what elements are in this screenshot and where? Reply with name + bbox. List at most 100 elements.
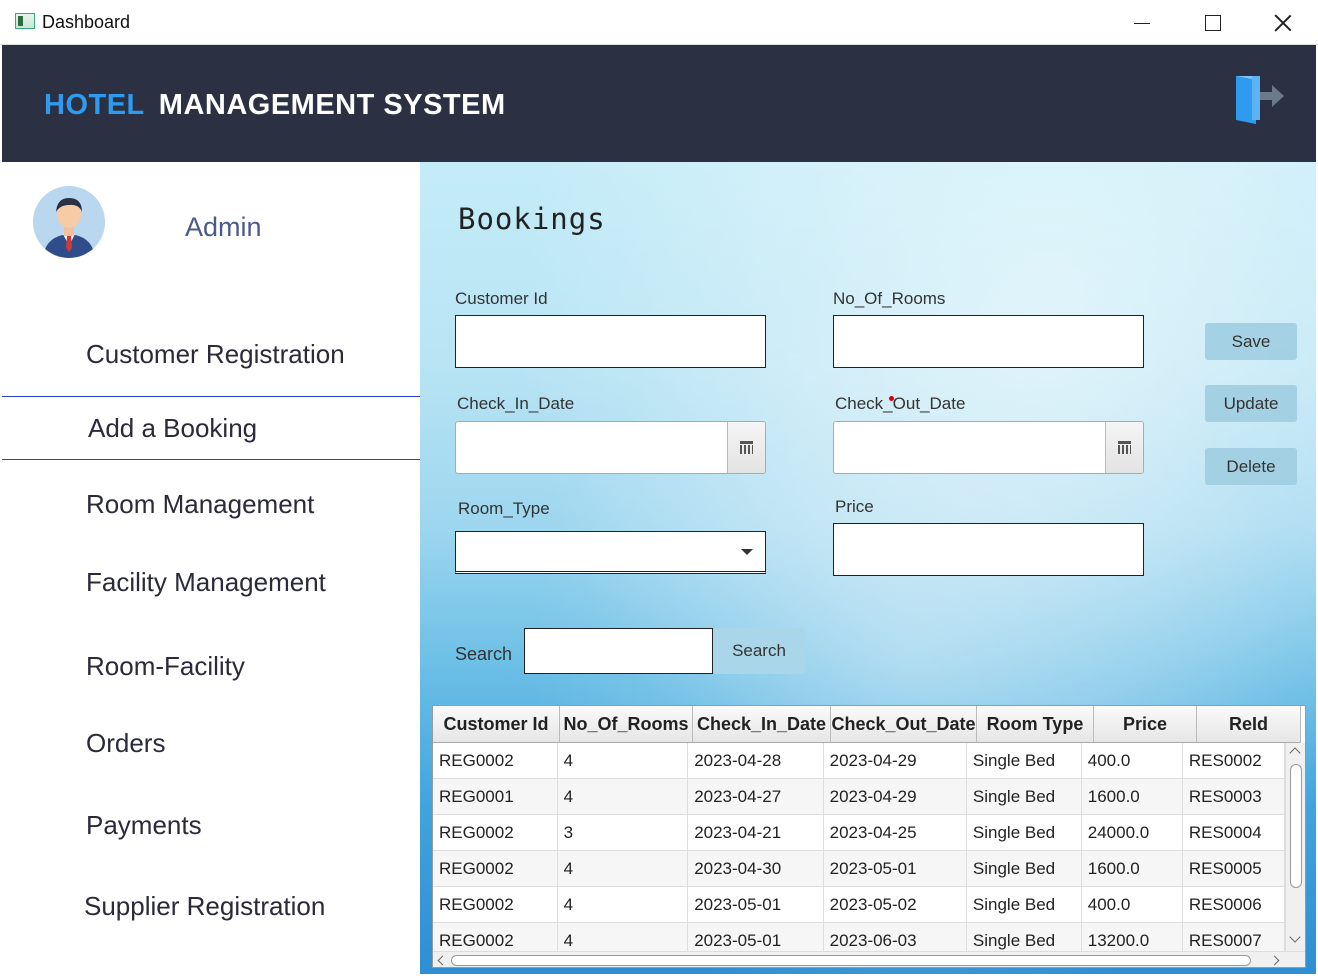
table-row[interactable]: REG0002 4 2023-04-28 2023-04-29 Single Bed 40… — [433, 743, 1285, 779]
calendar-icon — [740, 441, 753, 454]
bookings-panel: Bookings Customer Id No_Of_Rooms Check_I… — [420, 162, 1316, 974]
nav-customer-registration[interactable]: Customer Registration — [2, 323, 420, 387]
cell-room-type: Single Bed — [967, 743, 1082, 779]
column-header-room-type[interactable]: Room Type — [977, 706, 1094, 743]
cell-price: 1600.0 — [1082, 779, 1183, 815]
page-title: Bookings — [458, 202, 606, 236]
cell-check-in-date: 2023-04-30 — [688, 851, 824, 887]
table-row[interactable]: REG0002 4 2023-04-30 2023-05-01 Single Bed 16… — [433, 851, 1285, 887]
nav-supplier-registration[interactable]: Supplier Registration — [2, 875, 420, 939]
vertical-scrollbar[interactable] — [1285, 743, 1305, 951]
cell-room-type: Single Bed — [967, 887, 1082, 923]
cell-check-in-date: 2023-05-01 — [688, 887, 824, 923]
minimize-icon — [1134, 22, 1150, 24]
scroll-up-icon[interactable] — [1289, 747, 1301, 759]
check-in-date-label: Check_In_Date — [457, 394, 575, 413]
cell-price: 400.0 — [1082, 887, 1183, 923]
scroll-left-icon[interactable] — [437, 955, 448, 966]
price-field[interactable] — [833, 523, 1144, 576]
horizontal-scrollbar[interactable] — [433, 951, 1305, 967]
cell-customer-id: REG0002 — [433, 743, 558, 779]
cell-room-type: Single Bed — [967, 923, 1082, 951]
cell-check-out-date: 2023-06-03 — [824, 923, 967, 951]
cell-price: 24000.0 — [1082, 815, 1183, 851]
table-header: Customer Id No_Of_Rooms Check_In_Date Ch… — [433, 706, 1301, 743]
no-of-rooms-label: No_Of_Rooms — [833, 289, 946, 308]
cell-check-out-date: 2023-04-29 — [824, 743, 967, 779]
nav-label: Room-Facility — [86, 651, 245, 681]
horizontal-scroll-thumb[interactable] — [451, 955, 1251, 966]
cell-customer-id: REG0001 — [433, 779, 558, 815]
customer-id-field[interactable] — [455, 315, 766, 368]
table-row[interactable]: REG0002 4 2023-05-01 2023-05-02 Single Bed 40… — [433, 887, 1285, 923]
cell-room-type: Single Bed — [967, 851, 1082, 887]
chevron-down-icon — [741, 549, 753, 555]
nav-label: Supplier Registration — [84, 891, 326, 921]
column-header-price[interactable]: Price — [1094, 706, 1197, 743]
cell-price: 1600.0 — [1082, 851, 1183, 887]
cell-room-type: Single Bed — [967, 815, 1082, 851]
column-header-check-in-date[interactable]: Check_In_Date — [693, 706, 831, 743]
no-of-rooms-field[interactable] — [833, 315, 1144, 368]
search-button[interactable]: Search — [713, 628, 805, 674]
cell-no-of-rooms: 4 — [558, 851, 689, 887]
check-out-calendar-button[interactable] — [1105, 422, 1143, 473]
nav-label: Customer Registration — [86, 339, 345, 369]
cell-check-out-date: 2023-04-25 — [824, 815, 967, 851]
close-button[interactable] — [1253, 4, 1313, 42]
check-in-date-picker[interactable] — [455, 421, 766, 474]
cell-reid: RES0007 — [1183, 923, 1285, 951]
nav-orders[interactable]: Orders — [2, 712, 420, 776]
table-row[interactable]: REG0001 4 2023-04-27 2023-04-29 Single Bed 16… — [433, 779, 1285, 815]
customer-id-label: Customer Id — [455, 289, 548, 308]
column-header-reid[interactable]: ReId — [1197, 706, 1301, 743]
price-label: Price — [835, 497, 874, 516]
cell-price: 13200.0 — [1082, 923, 1183, 951]
cell-room-type: Single Bed — [967, 779, 1082, 815]
update-button[interactable]: Update — [1205, 385, 1297, 422]
user-avatar-icon — [33, 186, 105, 258]
scroll-down-icon[interactable] — [1289, 931, 1301, 943]
app-header: HOTEL MANAGEMENT SYSTEM — [2, 45, 1316, 162]
table-row[interactable]: REG0002 3 2023-04-21 2023-04-25 Single Bed 24… — [433, 815, 1285, 851]
search-input[interactable] — [524, 628, 713, 674]
save-button[interactable]: Save — [1205, 323, 1297, 360]
nav-room-management[interactable]: Room Management — [2, 473, 420, 537]
nav-label: Room Management — [86, 489, 315, 519]
nav-room-facility[interactable]: Room-Facility — [2, 635, 420, 699]
table-row[interactable]: REG0002 4 2023-05-01 2023-06-03 Single Bed 13… — [433, 923, 1285, 951]
window-title: Dashboard — [42, 12, 131, 32]
cell-price: 400.0 — [1082, 743, 1183, 779]
cell-check-in-date: 2023-05-01 — [688, 923, 824, 951]
minimize-button[interactable] — [1112, 4, 1172, 42]
column-header-check-out-date[interactable]: Check_Out_Date — [831, 706, 977, 743]
maximize-button[interactable] — [1183, 4, 1243, 42]
scroll-right-icon[interactable] — [1269, 955, 1280, 966]
nav-label: Add a Booking — [88, 413, 258, 443]
cell-reid: RES0006 — [1183, 887, 1285, 923]
vertical-scroll-thumb[interactable] — [1290, 764, 1302, 888]
nav-add-a-booking[interactable]: Add a Booking — [2, 396, 420, 460]
cell-no-of-rooms: 4 — [558, 923, 689, 951]
search-label: Search — [455, 644, 513, 664]
nav-payments[interactable]: Payments — [2, 794, 420, 858]
check-out-date-picker[interactable] — [833, 421, 1144, 474]
delete-button[interactable]: Delete — [1205, 448, 1297, 485]
room-type-select[interactable] — [455, 531, 766, 574]
cell-customer-id: REG0002 — [433, 815, 558, 851]
check-out-date-label: Check_Out_Date — [835, 394, 966, 413]
bookings-table[interactable]: Customer Id No_Of_Rooms Check_In_Date Ch… — [432, 705, 1306, 968]
cell-no-of-rooms: 4 — [558, 779, 689, 815]
cell-customer-id: REG0002 — [433, 923, 558, 951]
brand-management-system: MANAGEMENT SYSTEM — [158, 89, 506, 121]
column-header-no-of-rooms[interactable]: No_Of_Rooms — [560, 706, 693, 743]
cell-customer-id: REG0002 — [433, 851, 558, 887]
app-icon — [15, 13, 35, 29]
column-header-customer-id[interactable]: Customer Id — [433, 706, 560, 743]
logout-button[interactable] — [1230, 72, 1290, 128]
nav-facility-management[interactable]: Facility Management — [2, 551, 420, 615]
cell-check-out-date: 2023-04-29 — [824, 779, 967, 815]
check-in-calendar-button[interactable] — [727, 422, 765, 473]
maximize-icon — [1205, 15, 1221, 31]
admin-name: Admin — [185, 212, 262, 242]
